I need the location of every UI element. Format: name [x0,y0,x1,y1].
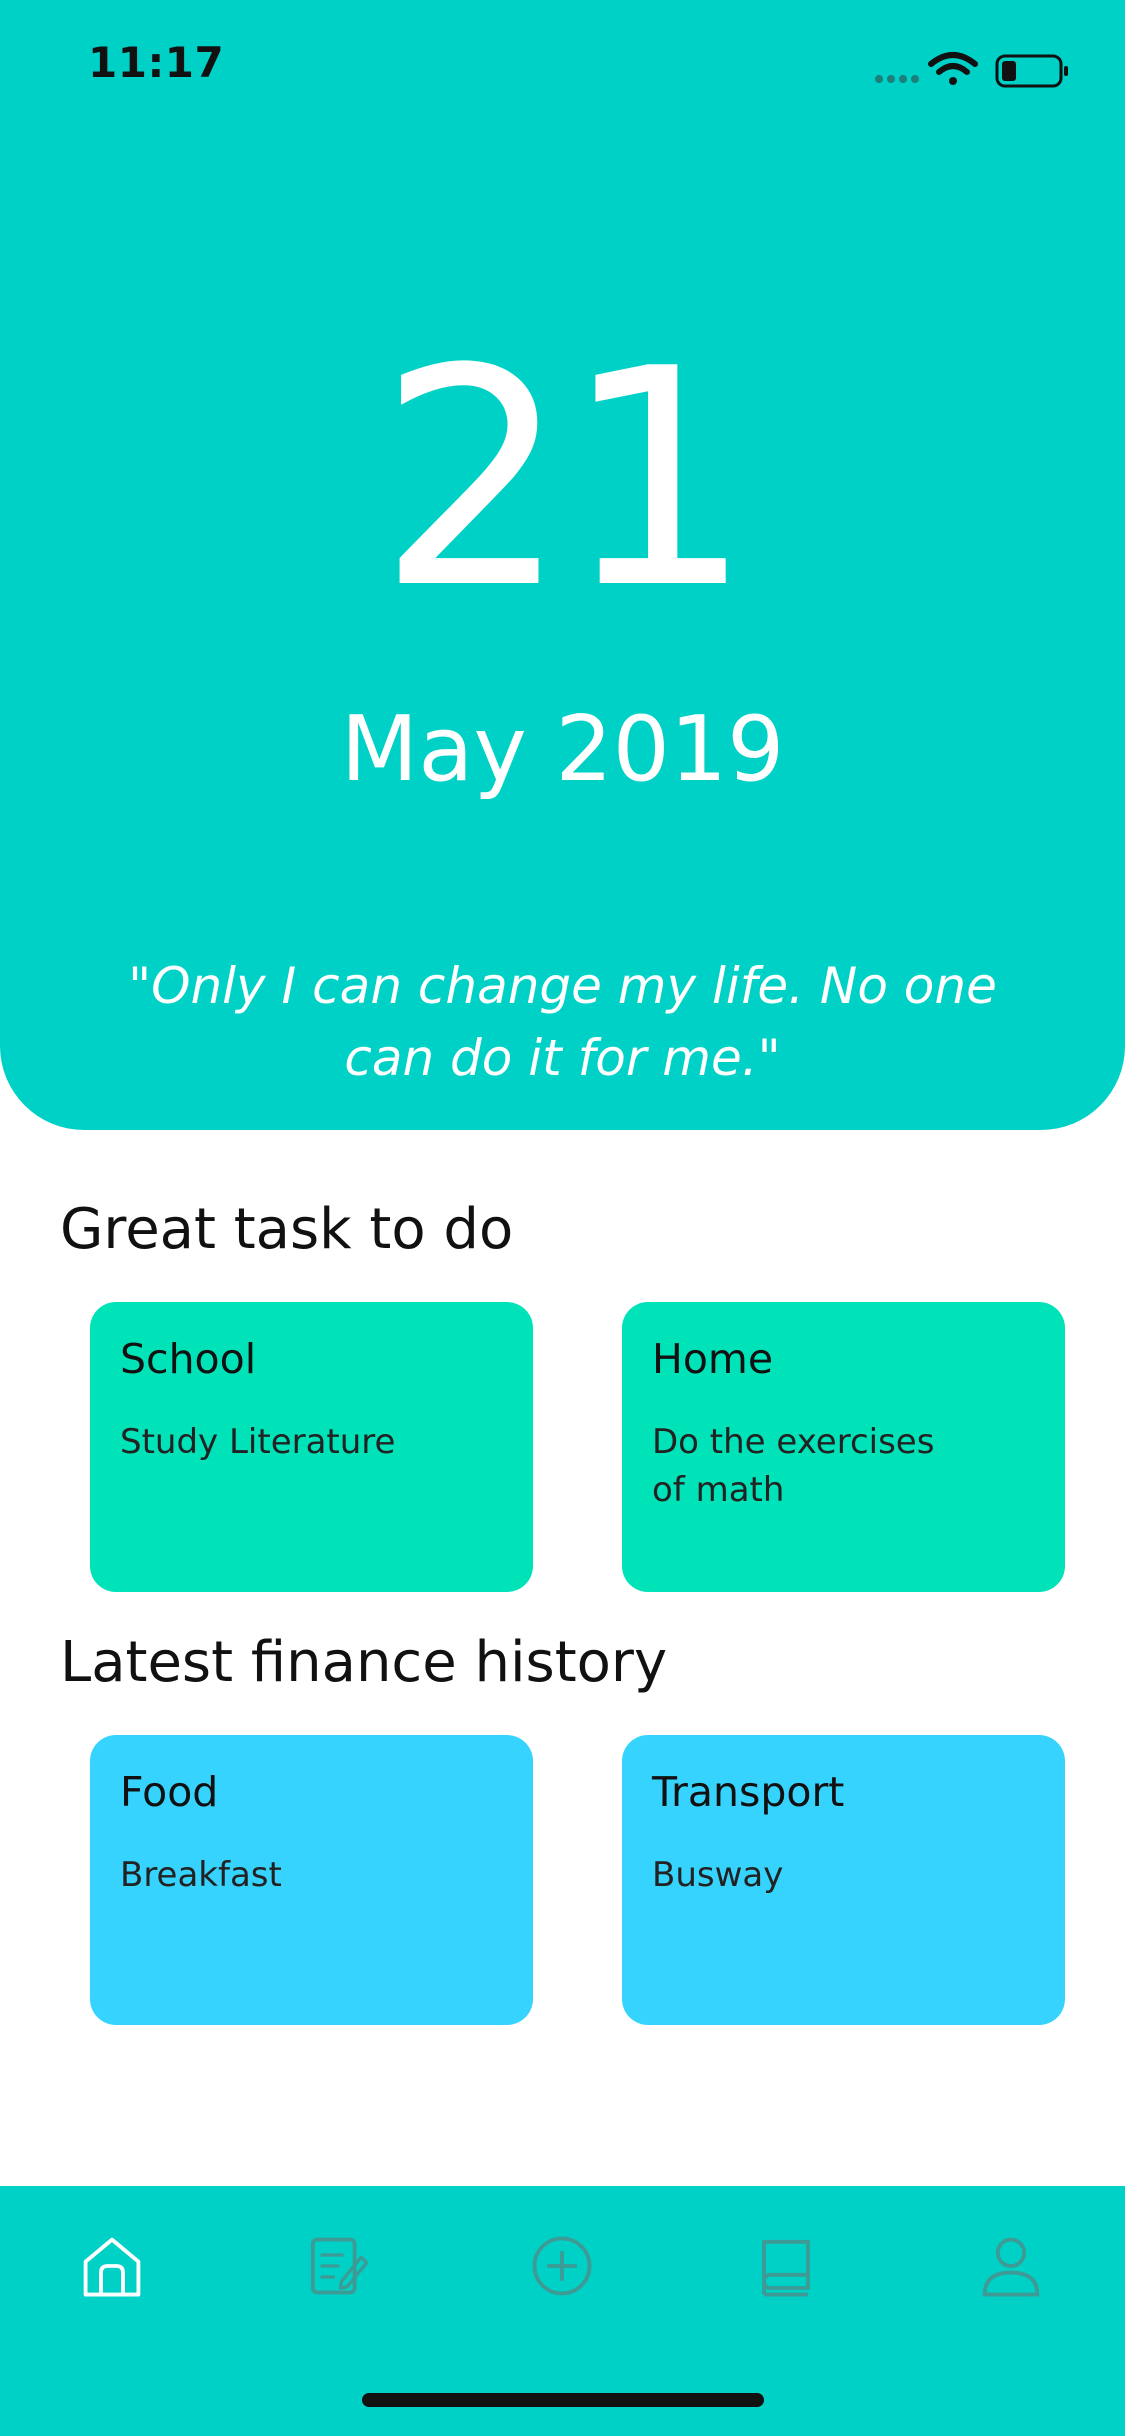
add-circle-icon [532,2236,592,2296]
task-card-subtitle: Do the exercises of math [652,1422,935,1510]
task-card-subtitle: Study Literature [120,1422,396,1462]
tab-add[interactable] [507,2211,617,2321]
tasks-section-title: Great task to do [60,1197,514,1262]
finance-card-subtitle: Breakfast [120,1855,282,1895]
tab-home[interactable] [57,2211,167,2321]
tab-profile[interactable] [956,2211,1066,2321]
finance-card-title: Transport [652,1768,845,1816]
tab-books[interactable] [731,2211,841,2321]
month-year: May 2019 [340,697,785,802]
finance-card-subtitle: Busway [652,1855,784,1895]
status-time: 11:17 [88,38,225,87]
finance-card-transport[interactable]: Transport Busway [622,1735,1065,2025]
notes-icon [310,2237,369,2295]
home-icon [83,2237,141,2297]
book-icon [762,2239,810,2297]
finance-card-food[interactable]: Food Breakfast [90,1735,533,2025]
signal-icon [875,75,919,83]
wifi-icon [928,52,978,85]
task-card-title: Home [652,1335,774,1383]
home-indicator [362,2393,764,2407]
task-card-title: School [120,1335,257,1383]
tab-notes[interactable] [282,2211,392,2321]
status-icons [871,46,1081,92]
finance-section-title: Latest finance history [60,1630,668,1695]
battery-icon [995,54,1068,88]
daily-quote: "Only I can change my life. No one can d… [128,957,997,1087]
date-header: 11:17 21 May 2019 "Only I can change my … [0,0,1125,1130]
day-number: 21 [377,305,754,654]
task-card-school[interactable]: School Study Literature [90,1302,533,1592]
task-card-home[interactable]: Home Do the exercises of math [622,1302,1065,1592]
finance-card-title: Food [120,1768,219,1816]
profile-icon [982,2237,1040,2297]
